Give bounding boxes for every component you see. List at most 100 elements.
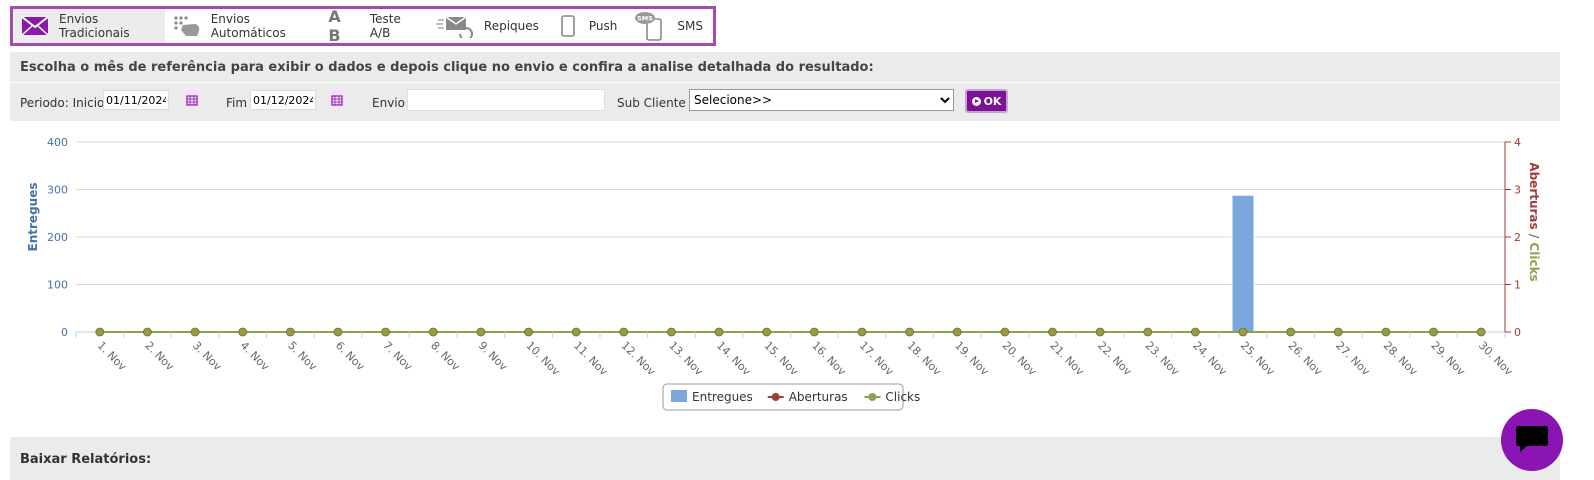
instructions-text: Escolha o mês de referência para exibir … [20, 60, 874, 75]
x-tick-label: 9. Nov [476, 339, 511, 374]
phone-icon [557, 15, 579, 37]
y-axis-right-label-separator: / [1527, 234, 1541, 243]
subcliente-select[interactable]: Selecione>> [689, 89, 954, 111]
start-date-label: Periodo: Inicio [20, 96, 105, 110]
y-left-tick-label: 100 [47, 279, 68, 292]
x-tick-label: 14. Nov [714, 339, 754, 379]
point-clicks [1048, 327, 1057, 337]
y-axis-right-label-aberturas: Aberturas [1527, 162, 1541, 229]
chat-button[interactable] [1501, 409, 1563, 471]
point-clicks [905, 327, 914, 337]
point-clicks [809, 327, 819, 337]
x-tick-label: 22. Nov [1095, 339, 1135, 379]
point-clicks [381, 327, 391, 337]
x-tick-label: 5. Nov [285, 339, 320, 374]
x-tick-label: 10. Nov [523, 339, 563, 379]
end-date-input[interactable] [250, 90, 316, 110]
x-tick-label: 21. Nov [1047, 339, 1087, 379]
tab-label: Repiques [483, 19, 539, 33]
point-clicks [476, 327, 486, 337]
y-right-tick-label: 1 [1514, 279, 1521, 292]
legend-label: Clicks [885, 390, 920, 404]
chat-bubble-icon [1515, 423, 1549, 457]
tab-label: Teste A/B [369, 12, 401, 40]
y-axis-right-label: Aberturas / Clicks [1527, 162, 1541, 281]
y-axis-right-label-clicks: Clicks [1527, 242, 1541, 281]
x-tick-label: 1. Nov [95, 339, 130, 374]
envio-label: Envio [372, 96, 405, 110]
point-clicks [1286, 327, 1296, 337]
y-right-tick-label: 3 [1514, 184, 1521, 197]
point-clicks [333, 327, 343, 337]
calendar-icon[interactable] [328, 91, 346, 109]
x-tick-label: 24. Nov [1190, 339, 1230, 379]
point-clicks [571, 327, 581, 337]
x-tick-label: 12. Nov [619, 339, 659, 379]
ok-label: OK [983, 94, 1002, 108]
point-clicks [1476, 327, 1486, 337]
envelope-icon [21, 15, 49, 37]
tab-envios-tradicionais[interactable]: Envios Tradicionais [13, 9, 165, 43]
legend-swatch-bar [671, 390, 687, 402]
ok-button[interactable]: OK [965, 89, 1008, 113]
tab-label: Envios Tradicionais [59, 12, 130, 40]
point-clicks [1143, 327, 1153, 337]
legend-label: Aberturas [789, 390, 848, 404]
reports-download-bar: Baixar Relatórios: [10, 437, 1560, 480]
x-tick-label: 20. Nov [1000, 339, 1040, 379]
y-right-tick-label: 2 [1514, 231, 1521, 244]
reports-download-title: Baixar Relatórios: [20, 452, 152, 467]
x-tick-label: 4. Nov [238, 339, 273, 374]
point-clicks [1238, 327, 1248, 337]
tab-sms[interactable]: SMS SMS [627, 9, 713, 43]
point-clicks [1000, 327, 1010, 337]
report-type-tabs: Envios Tradicionais Envios Automáticos A… [10, 6, 716, 46]
legend-label: Entregues [692, 390, 753, 404]
resend-mail-icon [435, 14, 474, 38]
point-clicks [285, 327, 295, 337]
ab-test-icon: A B [328, 7, 343, 45]
x-tick-label: 26. Nov [1286, 339, 1326, 379]
play-icon [971, 96, 981, 106]
y-left-tick-label: 400 [47, 136, 68, 149]
point-clicks [952, 327, 962, 337]
chart-container: 0 100 200 300 400 0 1 2 3 4 1. Nov 2. Nov 3. Nov 4.… [10, 122, 1560, 436]
y-right-tick-label: 4 [1514, 136, 1521, 149]
delivery-chart: 0 100 200 300 400 0 1 2 3 4 1. Nov 2. Nov 3. Nov 4.… [26, 136, 1541, 411]
point-clicks [714, 327, 724, 337]
tab-teste-ab[interactable]: A B Teste A/B [320, 7, 427, 45]
envio-input[interactable] [407, 89, 605, 111]
y-axis-left-label: Entregues [26, 183, 40, 252]
x-tick-label: 13. Nov [666, 339, 706, 379]
point-clicks [238, 327, 248, 337]
tab-envios-automaticos[interactable]: Envios Automáticos [165, 9, 321, 43]
point-clicks [1333, 327, 1343, 337]
point-clicks [619, 327, 629, 337]
end-date-label: Fim [226, 96, 248, 110]
x-tick-label: 18. Nov [904, 339, 944, 379]
point-clicks [762, 327, 772, 337]
point-clicks [857, 327, 867, 337]
y-left-tick-label: 200 [47, 231, 68, 244]
tab-repiques[interactable]: Repiques [428, 9, 549, 43]
start-date-input[interactable] [103, 90, 169, 110]
x-tick-label: 25. Nov [1238, 339, 1278, 379]
point-clicks [190, 327, 200, 337]
hand-click-icon [173, 15, 201, 37]
x-tick-label: 27. Nov [1333, 339, 1373, 379]
point-clicks [428, 327, 438, 337]
point-clicks [143, 327, 152, 337]
x-tick-label: 6. Nov [333, 339, 368, 374]
calendar-icon[interactable] [183, 91, 201, 109]
x-tick-label: 30. Nov [1476, 339, 1516, 379]
chart-legend: Entregues Aberturas Clicks [662, 383, 920, 411]
legend-swatch-marker [868, 393, 877, 401]
tab-push[interactable]: Push [549, 9, 628, 43]
point-clicks [667, 327, 676, 337]
point-clicks [95, 327, 105, 337]
point-clicks [1381, 327, 1391, 337]
sms-phone-icon: SMS [635, 11, 667, 41]
y-left-tick-label: 0 [61, 326, 68, 339]
tab-label: SMS [677, 19, 703, 33]
tab-label: Push [588, 19, 618, 33]
